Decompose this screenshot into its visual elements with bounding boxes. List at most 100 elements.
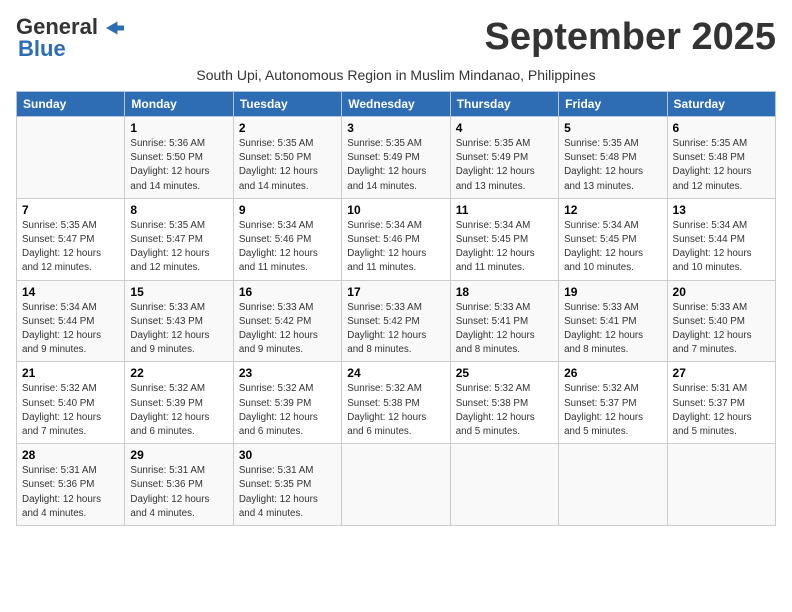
calendar-cell: 9 Sunrise: 5:34 AM Sunset: 5:46 PM Daylig… [233,198,341,280]
day-info: Sunrise: 5:32 AM Sunset: 5:40 PM Dayligh… [22,382,119,439]
day-number: 14 [22,285,119,299]
day-number: 18 [456,285,553,299]
day-number: 4 [456,121,553,135]
logo-blue-text: Blue [18,36,66,61]
day-number: 9 [239,203,336,217]
month-title: September 2025 [485,16,777,59]
day-info: Sunrise: 5:35 AM Sunset: 5:48 PM Dayligh… [564,137,661,194]
day-number: 12 [564,203,661,217]
day-number: 23 [239,366,336,380]
week-row-3: 14 Sunrise: 5:34 AM Sunset: 5:44 PM Dayli… [17,280,776,362]
day-number: 5 [564,121,661,135]
day-info: Sunrise: 5:35 AM Sunset: 5:49 PM Dayligh… [347,137,444,194]
weekday-header-tuesday: Tuesday [233,92,341,117]
weekday-header-wednesday: Wednesday [342,92,450,117]
day-number: 11 [456,203,553,217]
day-info: Sunrise: 5:31 AM Sunset: 5:37 PM Dayligh… [673,382,770,439]
calendar-cell: 30 Sunrise: 5:31 AM Sunset: 5:35 PM Dayli… [233,444,341,526]
weekday-header-row: SundayMondayTuesdayWednesdayThursdayFrid… [17,92,776,117]
calendar-cell: 2 Sunrise: 5:35 AM Sunset: 5:50 PM Daylig… [233,117,341,199]
calendar-cell: 7 Sunrise: 5:35 AM Sunset: 5:47 PM Daylig… [17,198,125,280]
day-info: Sunrise: 5:31 AM Sunset: 5:35 PM Dayligh… [239,464,336,521]
day-info: Sunrise: 5:34 AM Sunset: 5:45 PM Dayligh… [564,219,661,276]
calendar-cell: 1 Sunrise: 5:36 AM Sunset: 5:50 PM Daylig… [125,117,233,199]
day-info: Sunrise: 5:32 AM Sunset: 5:39 PM Dayligh… [239,382,336,439]
day-number: 26 [564,366,661,380]
calendar-cell [559,444,667,526]
day-info: Sunrise: 5:31 AM Sunset: 5:36 PM Dayligh… [22,464,119,521]
day-number: 6 [673,121,770,135]
calendar-cell: 16Sunrise: 5:33 AM Sunset: 5:42 PM Dayli… [233,280,341,362]
calendar-cell: 11 Sunrise: 5:34 AM Sunset: 5:45 PM Dayli… [450,198,558,280]
day-number: 15 [130,285,227,299]
day-number: 27 [673,366,770,380]
day-number: 21 [22,366,119,380]
calendar-cell: 19Sunrise: 5:33 AM Sunset: 5:41 PM Dayli… [559,280,667,362]
day-info: Sunrise: 5:33 AM Sunset: 5:40 PM Dayligh… [673,301,770,358]
calendar-cell [450,444,558,526]
calendar-table: SundayMondayTuesdayWednesdayThursdayFrid… [16,91,776,526]
day-info: Sunrise: 5:35 AM Sunset: 5:50 PM Dayligh… [239,137,336,194]
calendar-cell: 15 Sunrise: 5:33 AM Sunset: 5:43 PM Dayli… [125,280,233,362]
day-info: Sunrise: 5:35 AM Sunset: 5:48 PM Dayligh… [673,137,770,194]
day-info: Sunrise: 5:34 AM Sunset: 5:46 PM Dayligh… [239,219,336,276]
weekday-header-monday: Monday [125,92,233,117]
day-info: Sunrise: 5:35 AM Sunset: 5:47 PM Dayligh… [22,219,119,276]
day-number: 16 [239,285,336,299]
logo-icon [106,21,124,35]
calendar-cell [342,444,450,526]
calendar-cell: 29Sunrise: 5:31 AM Sunset: 5:36 PM Dayli… [125,444,233,526]
day-info: Sunrise: 5:36 AM Sunset: 5:50 PM Dayligh… [130,137,227,194]
day-info: Sunrise: 5:34 AM Sunset: 5:45 PM Dayligh… [456,219,553,276]
calendar-cell: 24Sunrise: 5:32 AM Sunset: 5:38 PM Dayli… [342,362,450,444]
calendar-cell: 22Sunrise: 5:32 AM Sunset: 5:39 PM Dayli… [125,362,233,444]
calendar-cell: 21 Sunrise: 5:32 AM Sunset: 5:40 PM Dayli… [17,362,125,444]
day-number: 30 [239,448,336,462]
day-number: 2 [239,121,336,135]
weekday-header-sunday: Sunday [17,92,125,117]
day-info: Sunrise: 5:33 AM Sunset: 5:41 PM Dayligh… [456,301,553,358]
calendar-cell: 14 Sunrise: 5:34 AM Sunset: 5:44 PM Dayli… [17,280,125,362]
day-info: Sunrise: 5:32 AM Sunset: 5:38 PM Dayligh… [347,382,444,439]
week-row-4: 21 Sunrise: 5:32 AM Sunset: 5:40 PM Dayli… [17,362,776,444]
day-info: Sunrise: 5:32 AM Sunset: 5:37 PM Dayligh… [564,382,661,439]
calendar-cell: 18 Sunrise: 5:33 AM Sunset: 5:41 PM Dayli… [450,280,558,362]
day-number: 25 [456,366,553,380]
week-row-2: 7 Sunrise: 5:35 AM Sunset: 5:47 PM Daylig… [17,198,776,280]
calendar-cell: 27 Sunrise: 5:31 AM Sunset: 5:37 PM Dayli… [667,362,775,444]
calendar-cell: 4Sunrise: 5:35 AM Sunset: 5:49 PM Daylig… [450,117,558,199]
week-row-5: 28 Sunrise: 5:31 AM Sunset: 5:36 PM Dayli… [17,444,776,526]
day-number: 17 [347,285,444,299]
calendar-cell: 13 Sunrise: 5:34 AM Sunset: 5:44 PM Dayli… [667,198,775,280]
day-number: 10 [347,203,444,217]
day-number: 13 [673,203,770,217]
day-number: 8 [130,203,227,217]
day-number: 19 [564,285,661,299]
weekday-header-saturday: Saturday [667,92,775,117]
calendar-cell [667,444,775,526]
day-number: 29 [130,448,227,462]
calendar-cell: 28 Sunrise: 5:31 AM Sunset: 5:36 PM Dayli… [17,444,125,526]
page-header: General Blue September 2025 [16,16,776,61]
day-info: Sunrise: 5:34 AM Sunset: 5:44 PM Dayligh… [673,219,770,276]
day-info: Sunrise: 5:33 AM Sunset: 5:43 PM Dayligh… [130,301,227,358]
day-number: 1 [130,121,227,135]
day-info: Sunrise: 5:32 AM Sunset: 5:39 PM Dayligh… [130,382,227,439]
week-row-1: 1 Sunrise: 5:36 AM Sunset: 5:50 PM Daylig… [17,117,776,199]
calendar-cell: 26 Sunrise: 5:32 AM Sunset: 5:37 PM Dayli… [559,362,667,444]
day-number: 28 [22,448,119,462]
day-info: Sunrise: 5:33 AM Sunset: 5:42 PM Dayligh… [347,301,444,358]
calendar-cell: 17 Sunrise: 5:33 AM Sunset: 5:42 PM Dayli… [342,280,450,362]
day-number: 7 [22,203,119,217]
day-info: Sunrise: 5:34 AM Sunset: 5:44 PM Dayligh… [22,301,119,358]
calendar-cell: 5 Sunrise: 5:35 AM Sunset: 5:48 PM Daylig… [559,117,667,199]
day-info: Sunrise: 5:32 AM Sunset: 5:38 PM Dayligh… [456,382,553,439]
day-number: 20 [673,285,770,299]
calendar-cell: 23 Sunrise: 5:32 AM Sunset: 5:39 PM Dayli… [233,362,341,444]
day-info: Sunrise: 5:34 AM Sunset: 5:46 PM Dayligh… [347,219,444,276]
calendar-cell: 3 Sunrise: 5:35 AM Sunset: 5:49 PM Daylig… [342,117,450,199]
day-number: 3 [347,121,444,135]
calendar-cell: 6 Sunrise: 5:35 AM Sunset: 5:48 PM Daylig… [667,117,775,199]
calendar-cell [17,117,125,199]
calendar-cell: 12 Sunrise: 5:34 AM Sunset: 5:45 PM Dayli… [559,198,667,280]
